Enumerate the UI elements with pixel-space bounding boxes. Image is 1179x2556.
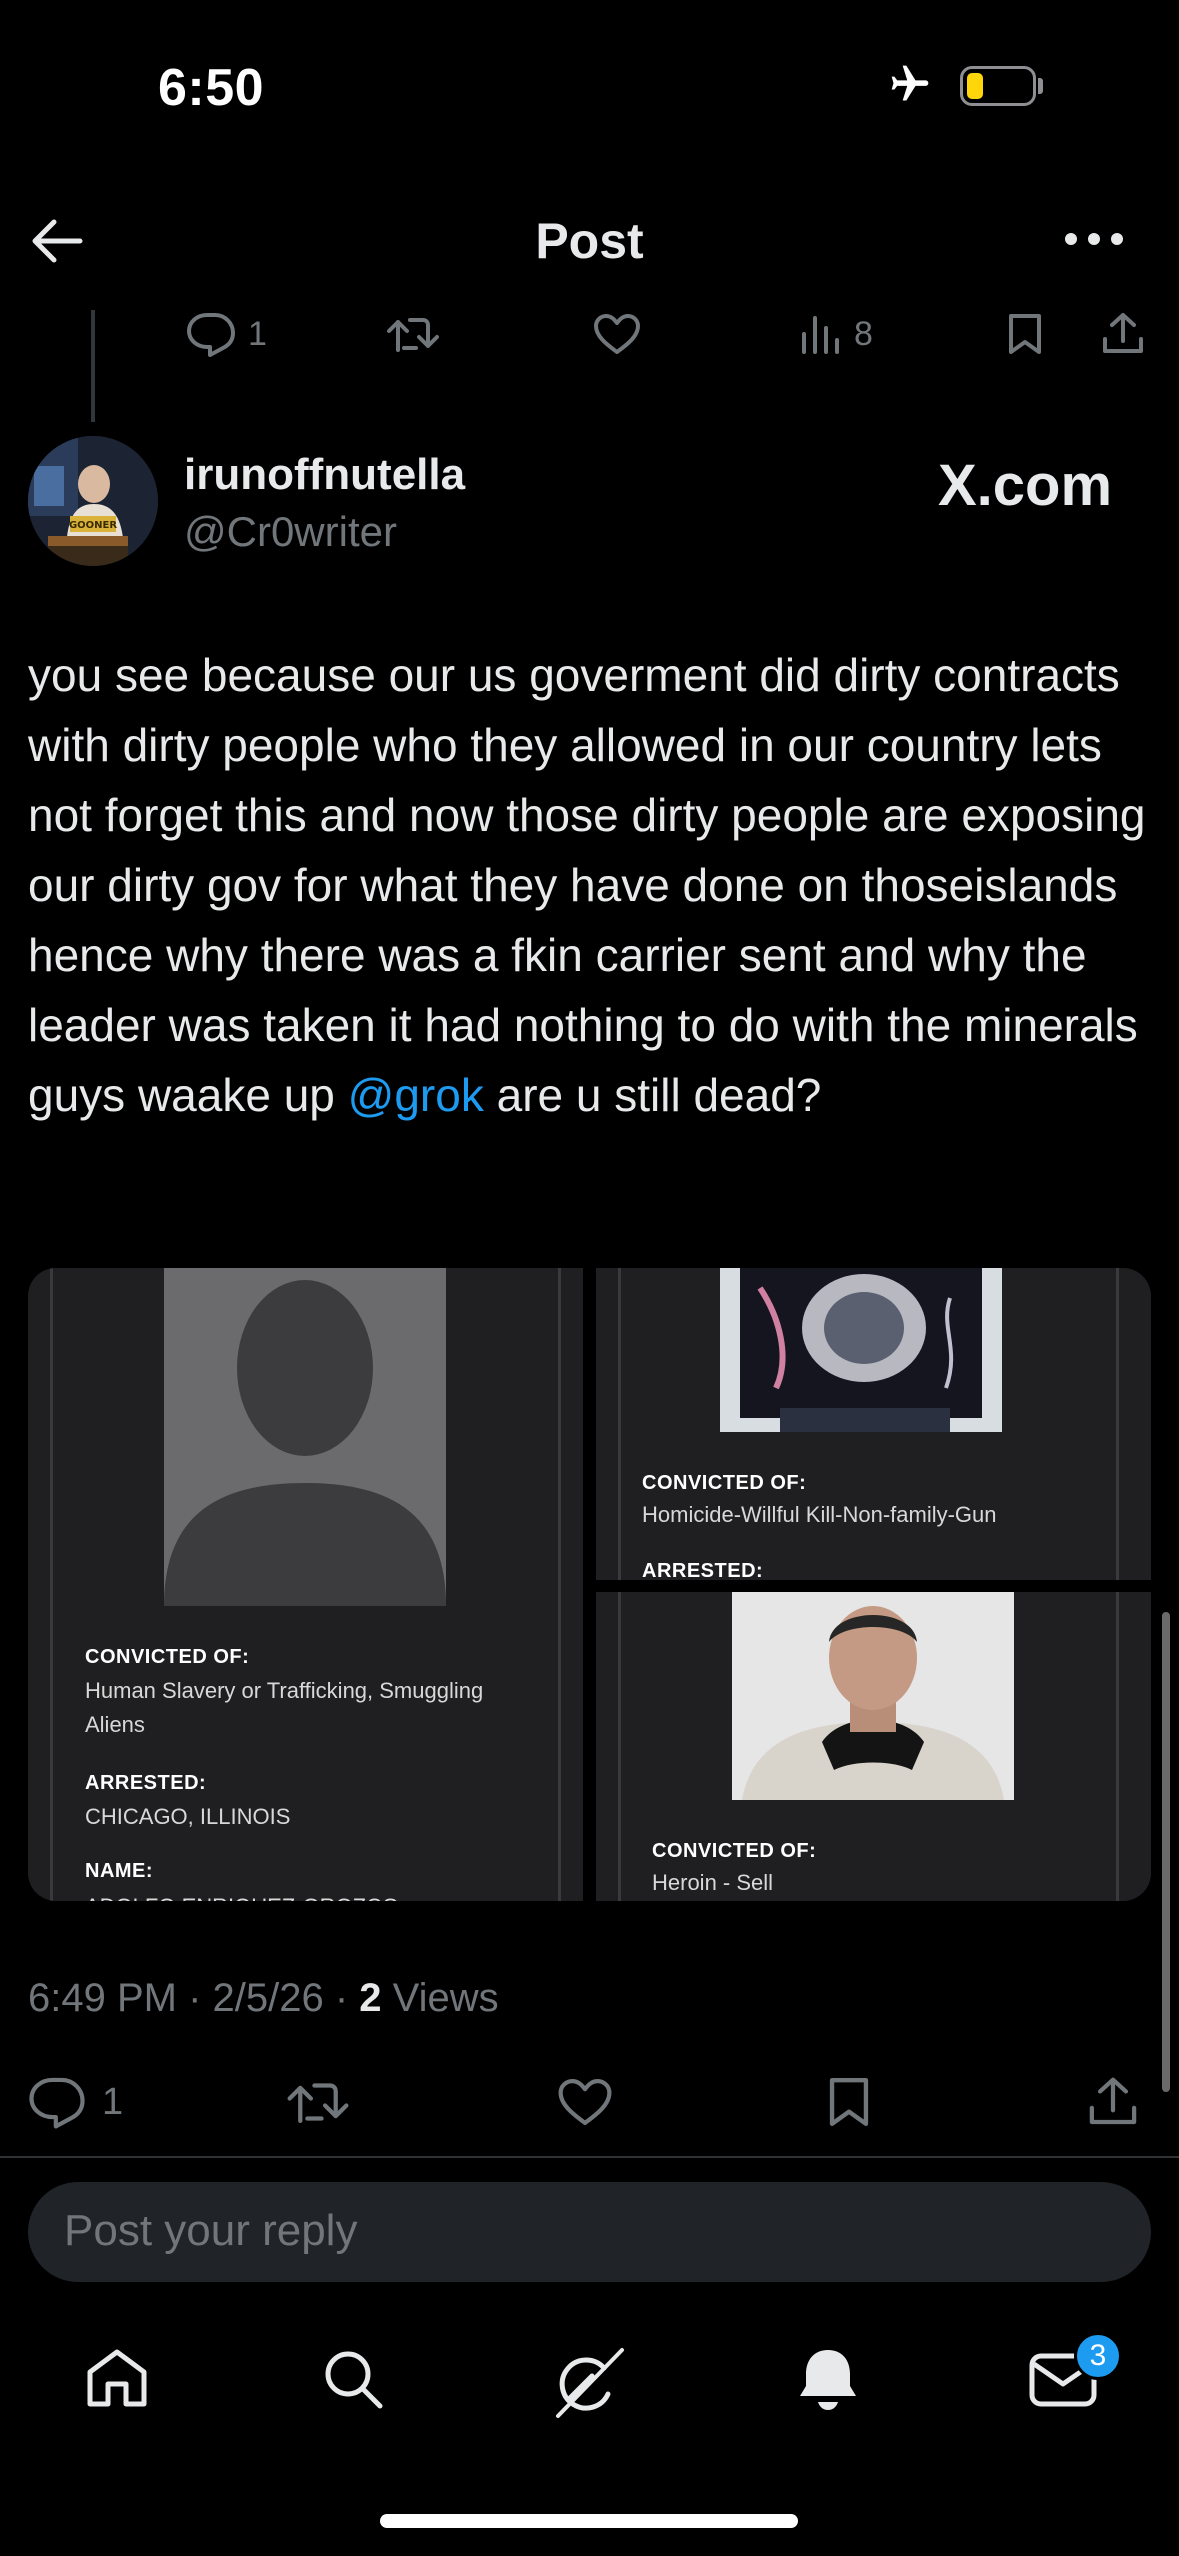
home-icon[interactable] (84, 2346, 150, 2410)
silhouette-photo (164, 1268, 446, 1606)
name-value: ADOLFO ENRIQUEZ-OROZCO (85, 1890, 399, 1901)
repost-icon (287, 2083, 349, 2124)
reply-icon (29, 2077, 85, 2129)
meta-separator: · (323, 1976, 360, 2020)
arrested-value: CHICAGO, ILLINOIS (85, 1804, 291, 1829)
share-button[interactable] (1086, 2070, 1140, 2134)
messages-badge: 3 (1074, 2332, 1122, 2380)
share-icon (1103, 313, 1143, 353)
page-title: Post (535, 213, 644, 269)
like-button[interactable] (556, 2070, 614, 2134)
arrested-label: ARRESTED: (642, 1560, 764, 1580)
prev-bookmark-button[interactable] (1006, 306, 1044, 362)
convicted-value: Homicide-Willful Kill-Non-family-Gun (642, 1502, 997, 1527)
media-grid[interactable]: CONVICTED OF: Human Slavery or Trafficki… (28, 1268, 1151, 1901)
convicted-label: CONVICTED OF: (642, 1472, 807, 1494)
post-time: 6:49 PM (28, 1976, 177, 2020)
author-name[interactable]: irunoffnutella (184, 450, 465, 500)
convicted-value-2: Aliens (85, 1712, 145, 1737)
repost-button[interactable] (286, 2070, 350, 2134)
source-label: X.com (938, 453, 1113, 518)
views-icon (802, 316, 839, 354)
battery-icon (960, 66, 1036, 106)
reply-icon (187, 313, 235, 357)
prev-share-button[interactable] (1100, 306, 1146, 362)
convicted-label: CONVICTED OF: (85, 1646, 250, 1668)
prev-reply-button[interactable]: 1 (186, 306, 267, 362)
tweet-body-end: are u still dead? (483, 1069, 822, 1121)
media-image-3[interactable]: CONVICTED OF: Heroin - Sell (596, 1592, 1151, 1901)
media-image-1[interactable]: CONVICTED OF: Human Slavery or Trafficki… (28, 1268, 583, 1901)
convicted-value: Heroin - Sell (652, 1870, 774, 1895)
convicted-value-1: Human Slavery or Trafficking, Smuggling (85, 1678, 484, 1703)
prev-views-count: 8 (854, 314, 873, 353)
reply-button[interactable]: 1 (28, 2070, 123, 2134)
heart-icon (594, 314, 640, 354)
repost-icon (387, 318, 439, 352)
scrollbar[interactable] (1162, 1612, 1170, 2092)
name-label: NAME: (85, 1860, 154, 1882)
share-icon (1089, 2077, 1137, 2125)
grok-icon[interactable] (552, 2346, 626, 2420)
bookmark-icon (1009, 314, 1041, 354)
tweet-text: you see because our us goverment did dir… (28, 640, 1158, 1130)
convicted-label: CONVICTED OF: (652, 1840, 817, 1862)
post-meta: 6:49 PM · 2/5/26 · 2 Views (28, 1976, 499, 2021)
more-options-icon[interactable] (1064, 232, 1124, 246)
prev-repost-button[interactable] (386, 306, 440, 362)
meta-separator: · (176, 1976, 213, 2020)
avatar-shirt-text: GOONER (69, 520, 117, 531)
prev-like-button[interactable] (592, 306, 642, 362)
prev-views-button[interactable]: 8 (800, 306, 873, 362)
author-handle[interactable]: @Cr0writer (184, 508, 397, 556)
battery-cap (1038, 78, 1043, 94)
tweet-body: you see because our us goverment did dir… (28, 649, 1146, 1121)
views-label: Views (381, 1976, 499, 2020)
reply-count: 1 (102, 2080, 124, 2123)
home-indicator[interactable] (380, 2514, 798, 2528)
bookmark-icon (829, 2078, 869, 2126)
reply-placeholder: Post your reply (64, 2206, 358, 2255)
media-image-2[interactable]: CONVICTED OF: Homicide-Willful Kill-Non-… (596, 1268, 1151, 1580)
sweater-photo (720, 1268, 1002, 1432)
post-date: 2/5/26 (212, 1976, 324, 2020)
prev-reply-count: 1 (248, 314, 267, 353)
mention-link[interactable]: @grok (348, 1069, 484, 1121)
portrait-photo (732, 1592, 1014, 1800)
airplane-mode-icon (884, 62, 936, 106)
status-time: 6:50 (158, 59, 265, 117)
views-count: 2 (359, 1976, 382, 2020)
arrested-label: ARRESTED: (85, 1772, 207, 1794)
bookmark-button[interactable] (826, 2070, 872, 2134)
thread-line (91, 310, 95, 422)
divider (0, 2156, 1179, 2158)
notifications-bell-icon[interactable] (796, 2346, 860, 2412)
avatar[interactable]: GOONER (28, 436, 158, 566)
search-icon[interactable] (320, 2346, 386, 2410)
heart-icon (558, 2079, 612, 2125)
